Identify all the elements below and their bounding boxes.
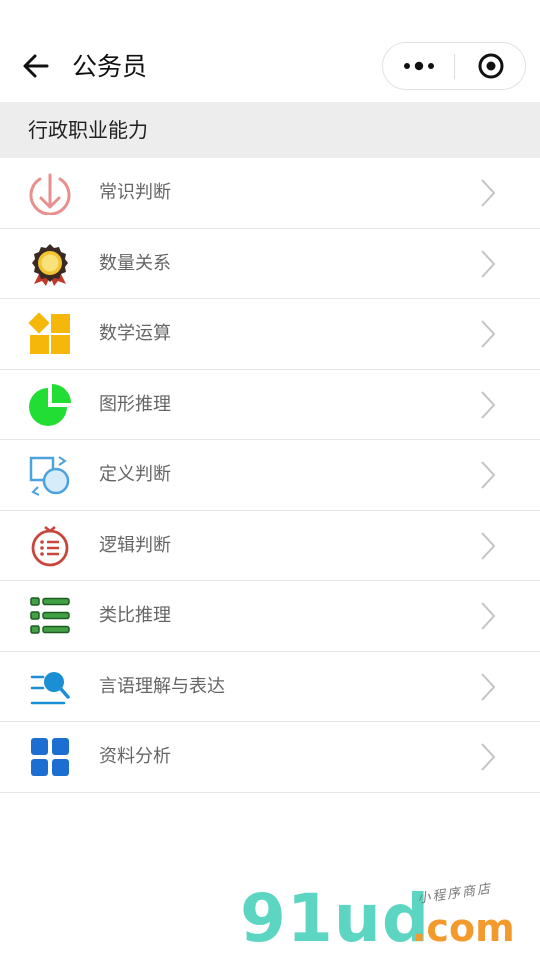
- item-label: 图形推理: [99, 393, 171, 415]
- list-item-luoji[interactable]: 逻辑判断: [0, 511, 540, 581]
- page-title: 公务员: [72, 52, 148, 81]
- chevron-right-icon: [481, 531, 496, 560]
- navigation-bar: 公务员: [0, 0, 540, 100]
- item-label: 逻辑判断: [99, 534, 171, 556]
- item-label: 常识判断: [99, 182, 171, 203]
- bullet-list-icon: [28, 594, 72, 638]
- item-label: 类比推理: [99, 605, 171, 626]
- watermark-suffix: .com: [412, 906, 515, 950]
- section-header: 行政职业能力: [0, 102, 540, 158]
- square-circle-cycle-icon: [28, 453, 72, 497]
- list-item-ziliao[interactable]: 资料分析: [0, 722, 540, 793]
- search-lines-icon: [28, 665, 72, 709]
- arrow-left-icon: [23, 54, 49, 78]
- list-item-tuxing[interactable]: 图形推理: [0, 370, 540, 440]
- close-mini-program-button[interactable]: [455, 43, 526, 89]
- download-arrow-circle-icon: [28, 171, 72, 215]
- more-dots-icon: [403, 61, 434, 71]
- list-item-shuxue[interactable]: 数学运算: [0, 299, 540, 370]
- chevron-right-icon: [481, 390, 496, 419]
- watermark-logo: 91ud 小程序商店 .com: [240, 880, 540, 960]
- chevron-right-icon: [481, 179, 496, 207]
- chevron-right-icon: [481, 461, 496, 489]
- list-item-dingyi[interactable]: 定义判断: [0, 440, 540, 511]
- list-item-yanyu[interactable]: 言语理解与表达: [0, 652, 540, 722]
- chevron-right-icon: [481, 672, 496, 701]
- category-list: 常识判断 数量关系 数学运算 图形推理 定义判断 逻辑判断 类比推理 言语理解与…: [0, 158, 540, 793]
- grid-squares-icon: [28, 735, 72, 779]
- list-item-leibi[interactable]: 类比推理: [0, 581, 540, 652]
- target-circle-icon: [478, 53, 503, 79]
- more-button[interactable]: [383, 43, 454, 89]
- item-label: 数量关系: [99, 252, 171, 274]
- timer-list-icon: [28, 524, 72, 568]
- list-item-changshi[interactable]: 常识判断: [0, 158, 540, 229]
- chevron-right-icon: [481, 602, 496, 630]
- chevron-right-icon: [481, 320, 496, 348]
- list-item-shuliang[interactable]: 数量关系: [0, 229, 540, 299]
- watermark-main-text: 91ud: [240, 880, 431, 957]
- pie-chart-icon: [28, 383, 72, 427]
- item-label: 数学运算: [99, 323, 171, 344]
- back-button[interactable]: [18, 48, 54, 84]
- item-label: 言语理解与表达: [99, 675, 225, 697]
- medal-badge-icon: [28, 242, 72, 286]
- item-label: 资料分析: [99, 746, 171, 767]
- chevron-right-icon: [481, 249, 496, 278]
- item-label: 定义判断: [99, 464, 171, 485]
- four-squares-icon: [28, 312, 72, 356]
- mini-program-capsule: [382, 42, 526, 90]
- chevron-right-icon: [481, 743, 496, 771]
